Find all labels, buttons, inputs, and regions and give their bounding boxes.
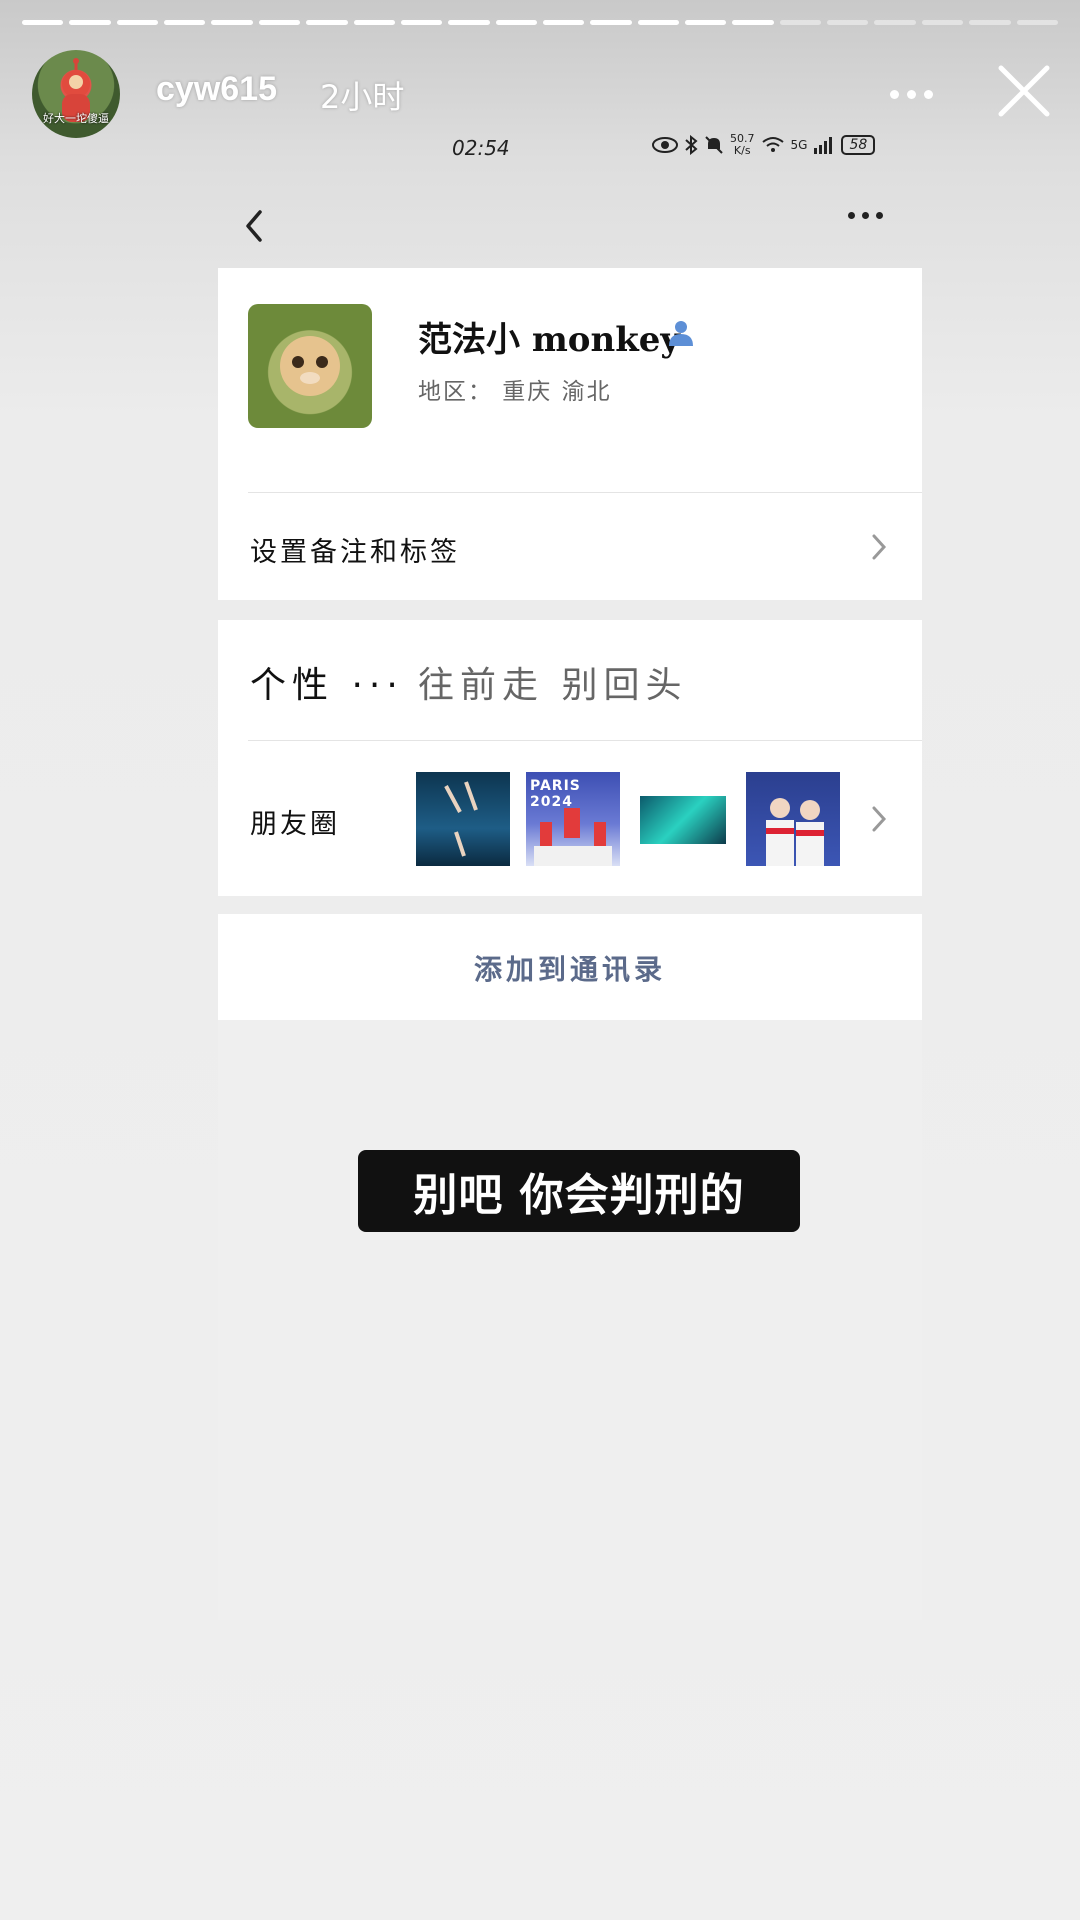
progress-segment xyxy=(69,20,111,25)
progress-segment xyxy=(448,20,490,25)
person-icon xyxy=(669,321,693,346)
story-avatar[interactable]: 好大一坨傻逼 xyxy=(32,50,120,138)
mute-bell-icon xyxy=(705,136,723,154)
progress-segment xyxy=(732,20,774,25)
avatar-caption: 好大一坨傻逼 xyxy=(43,112,109,125)
divider xyxy=(248,492,922,493)
divider xyxy=(248,740,922,741)
diver-figures xyxy=(444,781,478,857)
monkey-avatar-icon xyxy=(280,336,340,396)
story-progress-bar xyxy=(22,20,1058,26)
close-icon[interactable] xyxy=(995,62,1053,120)
story-caption: 别吧 你会判刑的 xyxy=(358,1150,800,1232)
add-to-contacts-button[interactable]: 添加到通讯录 xyxy=(218,948,922,988)
moments-thumbnail-screen[interactable] xyxy=(636,772,730,866)
bluetooth-icon xyxy=(685,135,698,155)
moments-thumbnail-diving[interactable] xyxy=(416,772,510,866)
signal-icon xyxy=(814,137,833,154)
moments-thumbnail-athletes[interactable] xyxy=(746,772,840,866)
profile-more-icon[interactable] xyxy=(848,212,883,219)
story-time-ago: 2小时 xyxy=(320,78,405,116)
podium-figures xyxy=(534,808,612,866)
progress-segment xyxy=(400,20,443,25)
signature-label: 个性 ··· xyxy=(250,665,404,706)
net-speed: 50.7 K/s xyxy=(730,132,755,157)
wifi-icon xyxy=(761,137,784,152)
network-type: 5G xyxy=(790,138,808,152)
progress-segment xyxy=(306,20,348,25)
battery-indicator: 58 xyxy=(841,135,876,155)
progress-segment xyxy=(116,20,159,25)
progress-segment xyxy=(495,20,537,25)
progress-segment xyxy=(874,20,916,25)
progress-segment xyxy=(258,20,301,25)
more-horizontal-icon[interactable] xyxy=(890,74,940,114)
progress-segment xyxy=(1016,20,1058,25)
progress-segment xyxy=(542,20,585,25)
screen-image xyxy=(640,796,726,844)
story-username[interactable]: cyw615 xyxy=(156,70,277,109)
progress-segment xyxy=(164,20,206,25)
chevron-right-icon[interactable] xyxy=(870,532,888,562)
progress-segment xyxy=(211,20,253,25)
moments-thumbnail-paris[interactable]: PARIS 2024 xyxy=(526,772,620,866)
progress-segment xyxy=(921,20,964,25)
empty-area xyxy=(218,1020,922,1620)
progress-segment xyxy=(969,20,1011,25)
back-chevron-icon[interactable] xyxy=(240,206,270,246)
signature-value: 往前走 别回头 xyxy=(418,665,688,706)
phone-status-icons: 50.7 K/s 5G 58 xyxy=(652,130,876,160)
progress-segment xyxy=(353,20,395,25)
moments-label[interactable]: 朋友圈 xyxy=(250,802,340,841)
progress-segment xyxy=(637,20,680,25)
contact-region: 地区： 重庆 渝北 xyxy=(418,379,612,405)
progress-segment xyxy=(590,20,632,25)
progress-segment xyxy=(22,20,64,25)
chevron-right-icon[interactable] xyxy=(870,804,888,834)
athlete-figures xyxy=(766,798,824,866)
eye-icon xyxy=(652,137,678,153)
contact-nickname: 范法小 monkey xyxy=(418,320,681,360)
progress-segment xyxy=(779,20,822,25)
progress-segment xyxy=(827,20,869,25)
contact-avatar[interactable] xyxy=(248,304,372,428)
phone-status-time: 02:54 xyxy=(452,136,510,160)
progress-segment xyxy=(685,20,727,25)
remark-row-label[interactable]: 设置备注和标签 xyxy=(250,530,460,569)
